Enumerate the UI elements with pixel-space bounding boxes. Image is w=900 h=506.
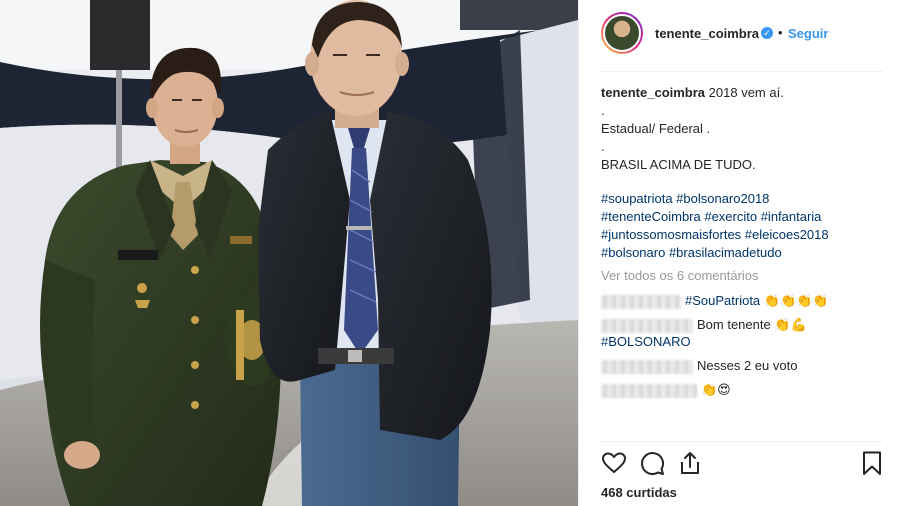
comment-author-blurred [601, 294, 681, 309]
verified-badge-icon: ✓ [761, 27, 773, 39]
comment-emoji: 👏👏👏👏 [763, 294, 829, 309]
hashtag-line[interactable]: #soupatriota #bolsonaro2018 [601, 190, 885, 208]
comment-emoji: 👏💪 [774, 318, 807, 333]
view-all-comments-link[interactable]: Ver todos os 6 comentários [601, 268, 759, 283]
header-separator: • [778, 25, 783, 40]
comment-emoji: 👏😍 [701, 383, 731, 398]
share-icon[interactable] [677, 450, 703, 476]
caption-line: Estadual/ Federal . [601, 121, 711, 136]
caption-first-line: tenente_coimbra 2018 vem aí. [601, 84, 881, 102]
hashtag-line[interactable]: #juntossomosmaisfortes #eleicoes2018 [601, 226, 885, 244]
comment-author-blurred [601, 318, 693, 333]
post-photo[interactable] [0, 0, 578, 506]
comment-text[interactable]: #SouPatriota [685, 293, 760, 308]
comment-icon[interactable] [639, 450, 665, 476]
comment-text: Bom tenente [697, 317, 771, 332]
comment-author-blurred [601, 359, 693, 374]
caption-hashtags: #soupatriota #bolsonaro2018 #tenenteCoim… [601, 190, 885, 262]
post-actions [601, 450, 883, 478]
heart-icon[interactable] [601, 450, 627, 476]
post-image [0, 0, 578, 506]
header-divider [601, 71, 883, 72]
comment-item: #SouPatriota 👏👏👏👏 [601, 292, 829, 311]
comment-text: Nesses 2 eu voto [697, 358, 798, 373]
comment-author-blurred [601, 383, 697, 398]
comment-text[interactable]: #BOLSONARO [601, 334, 691, 349]
comment-item: Nesses 2 eu voto [601, 357, 797, 375]
hashtag-line[interactable]: #tenenteCoimbra #exercito #infantaria [601, 208, 885, 226]
caption-line: . [601, 103, 605, 118]
follow-button[interactable]: Seguir [788, 26, 828, 41]
comment-item: 👏😍 [601, 381, 731, 400]
likes-count[interactable]: 468 curtidas [601, 485, 677, 500]
caption-line: . [601, 139, 605, 154]
post-side-panel: tenente_coimbra ✓ • Seguir tenente_coimb… [578, 0, 900, 506]
avatar[interactable] [601, 12, 643, 54]
actions-divider [601, 441, 883, 442]
caption-username[interactable]: tenente_coimbra [601, 85, 705, 100]
caption-text: 2018 vem aí. [708, 85, 784, 100]
author-username[interactable]: tenente_coimbra [655, 26, 759, 41]
avatar-image [603, 14, 641, 52]
post-header: tenente_coimbra ✓ • Seguir [579, 0, 900, 72]
caption-line: BRASIL ACIMA DE TUDO. [601, 157, 756, 172]
post-caption: tenente_coimbra 2018 vem aí. . Estadual/… [601, 84, 881, 174]
hashtag-line[interactable]: #bolsonaro #brasilacimadetudo [601, 244, 885, 262]
bookmark-icon[interactable] [859, 450, 885, 476]
comment-item: #BOLSONARO [601, 333, 691, 351]
